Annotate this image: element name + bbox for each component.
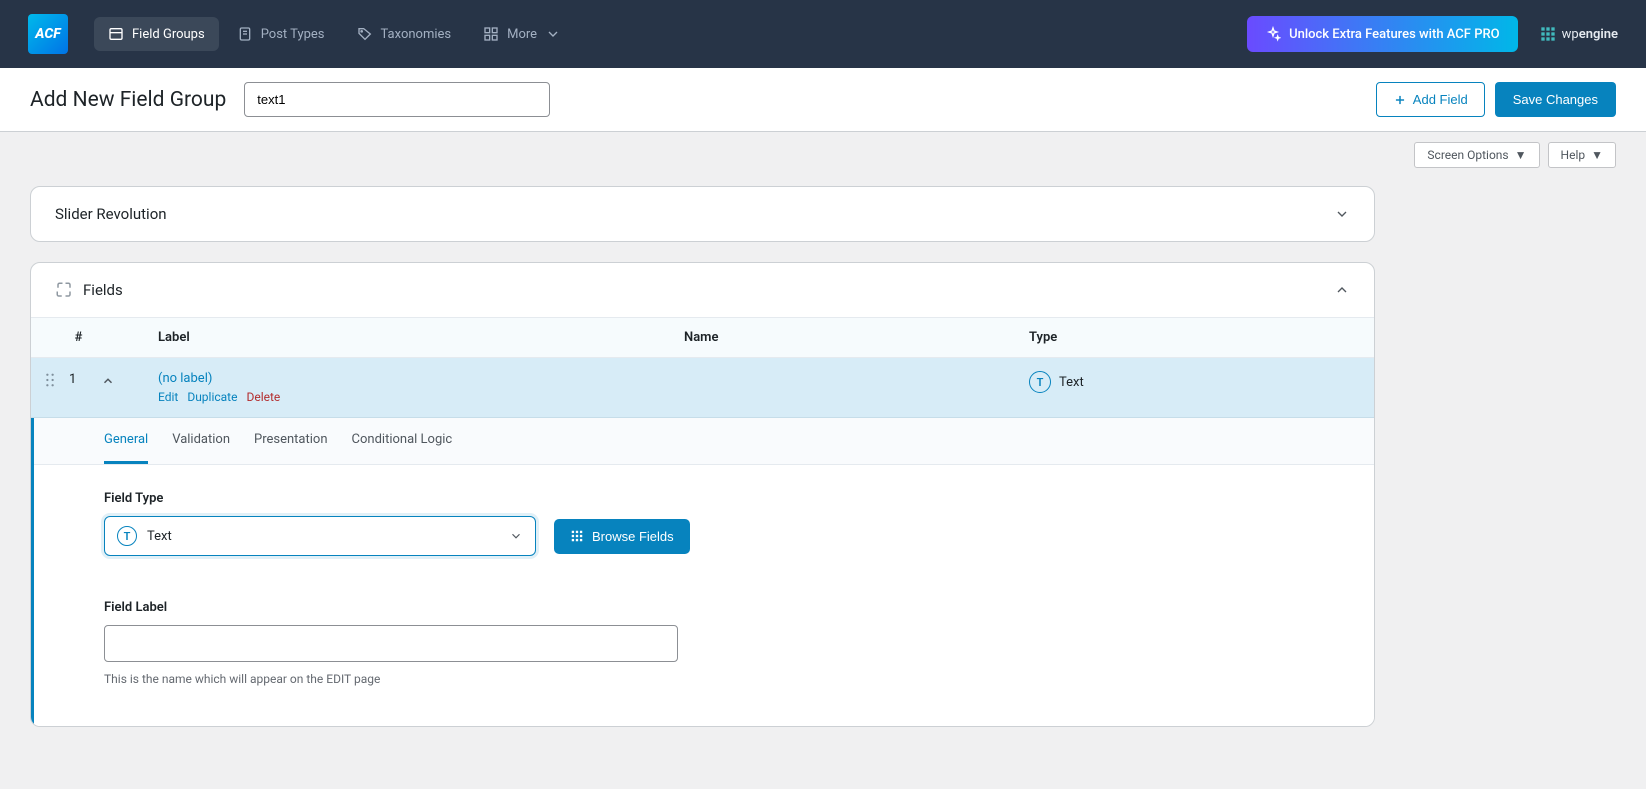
grid-icon: [570, 529, 584, 543]
col-number: #: [31, 330, 126, 345]
chevron-up-icon: [1334, 282, 1350, 298]
page-title: Add New Field Group: [30, 88, 226, 112]
chevron-down-icon: [1334, 206, 1350, 222]
field-type-label: Field Type: [104, 491, 1304, 506]
tag-icon: [357, 26, 373, 42]
browse-fields-label: Browse Fields: [592, 529, 674, 544]
row-type-cell: T Text: [1029, 371, 1374, 393]
grid-icon: [483, 26, 499, 42]
col-type: Type: [1029, 330, 1374, 345]
header-actions: Add Field Save Changes: [1376, 82, 1616, 117]
text-type-icon: T: [1029, 371, 1051, 393]
field-row[interactable]: 1 (no label) Edit Duplicate Delete T Tex…: [31, 358, 1374, 418]
field-label-label: Field Label: [104, 600, 1304, 615]
slider-panel-title: Slider Revolution: [55, 205, 167, 223]
tab-general[interactable]: General: [104, 418, 148, 464]
row-actions: Edit Duplicate Delete: [158, 390, 684, 404]
group-title-input[interactable]: [244, 82, 550, 117]
add-field-button[interactable]: Add Field: [1376, 82, 1485, 117]
nav-label: Taxonomies: [381, 27, 452, 42]
wpengine-icon: [1540, 26, 1556, 42]
fields-panel-title: Fields: [83, 281, 123, 299]
main-content: Slider Revolution Fields # Label Name Ty…: [0, 168, 1405, 765]
chevron-up-icon: [101, 374, 115, 388]
field-label-help: This is the name which will appear on th…: [104, 672, 1304, 686]
slider-revolution-panel: Slider Revolution: [30, 186, 1375, 242]
slider-panel-header[interactable]: Slider Revolution: [31, 187, 1374, 241]
chevron-down-icon: [509, 529, 523, 543]
field-label-link[interactable]: (no label): [158, 371, 212, 386]
browse-fields-button[interactable]: Browse Fields: [554, 519, 690, 554]
editor-tabs: General Validation Presentation Conditio…: [34, 418, 1374, 465]
screen-options-label: Screen Options: [1427, 148, 1508, 162]
triangle-down-icon: ▼: [1591, 148, 1603, 162]
text-type-icon: T: [117, 526, 137, 546]
nav-field-groups[interactable]: Field Groups: [94, 17, 219, 51]
duplicate-action[interactable]: Duplicate: [187, 390, 237, 404]
tab-conditional[interactable]: Conditional Logic: [352, 418, 453, 464]
edit-action[interactable]: Edit: [158, 390, 178, 404]
puzzle-icon: [55, 281, 73, 299]
nav-label: Post Types: [261, 27, 325, 42]
nav-more[interactable]: More: [469, 17, 575, 51]
top-actions: Unlock Extra Features with ACF PRO wpwpe…: [1247, 16, 1618, 52]
row-number: 1: [69, 371, 89, 387]
acf-logo: ACF: [28, 14, 68, 54]
save-changes-button[interactable]: Save Changes: [1495, 82, 1616, 117]
help-label: Help: [1561, 148, 1586, 162]
nav-post-types[interactable]: Post Types: [223, 17, 339, 51]
add-field-label: Add Field: [1413, 92, 1468, 107]
sparkle-icon: [1265, 26, 1281, 42]
collapse-toggle[interactable]: [89, 371, 126, 388]
tab-validation[interactable]: Validation: [172, 418, 230, 464]
document-icon: [237, 26, 253, 42]
chevron-down-icon: [545, 26, 561, 42]
page-header: Add New Field Group Add Field Save Chang…: [0, 68, 1646, 132]
field-type-select[interactable]: T Text: [104, 516, 536, 556]
screen-options-button[interactable]: Screen Options ▼: [1414, 142, 1539, 168]
drag-handle-icon[interactable]: [31, 371, 69, 387]
row-type-text: Text: [1059, 375, 1084, 390]
layout-icon: [108, 26, 124, 42]
unlock-pro-button[interactable]: Unlock Extra Features with ACF PRO: [1247, 16, 1518, 52]
field-label-input[interactable]: [104, 625, 678, 662]
field-editor: General Validation Presentation Conditio…: [31, 418, 1374, 726]
primary-nav: Field Groups Post Types Taxonomies More: [94, 17, 575, 51]
field-type-row: T Text Browse Fields: [104, 516, 1304, 556]
triangle-down-icon: ▼: [1515, 148, 1527, 162]
fields-panel: Fields # Label Name Type 1 (no label) Ed…: [30, 262, 1375, 727]
row-label-cell: (no label) Edit Duplicate Delete: [126, 371, 684, 404]
wpengine-logo[interactable]: wpwpengineengine: [1540, 26, 1618, 42]
col-label: Label: [126, 330, 684, 345]
tab-presentation[interactable]: Presentation: [254, 418, 328, 464]
top-bar: ACF Field Groups Post Types Taxonomies M…: [0, 0, 1646, 68]
fields-panel-header[interactable]: Fields: [31, 263, 1374, 317]
unlock-label: Unlock Extra Features with ACF PRO: [1289, 27, 1500, 42]
delete-action[interactable]: Delete: [246, 390, 280, 404]
nav-taxonomies[interactable]: Taxonomies: [343, 17, 466, 51]
help-button[interactable]: Help ▼: [1548, 142, 1616, 168]
editor-body: Field Type T Text Browse Fields Field La…: [34, 465, 1374, 726]
fields-table-header: # Label Name Type: [31, 317, 1374, 358]
nav-label: More: [507, 27, 537, 42]
secondary-bar: Screen Options ▼ Help ▼: [0, 132, 1646, 168]
plus-icon: [1393, 93, 1407, 107]
col-name: Name: [684, 330, 1029, 345]
field-type-value: Text: [147, 529, 172, 544]
nav-label: Field Groups: [132, 27, 205, 42]
